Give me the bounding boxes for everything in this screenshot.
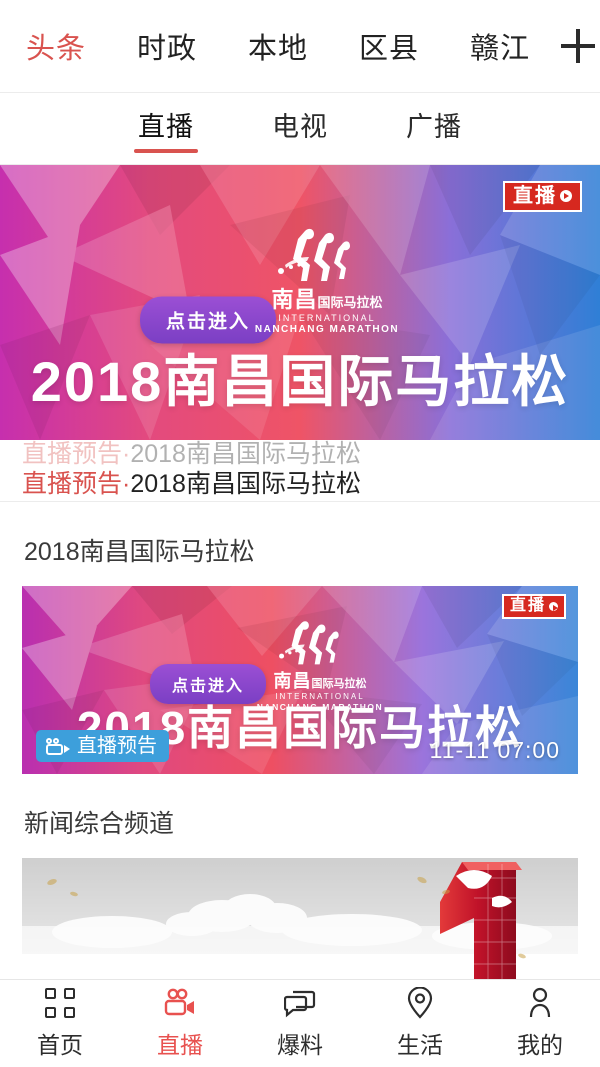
nav-item-live[interactable]: 直播 [120, 980, 240, 1067]
category-tab-list: 头条 时政 本地 区县 赣江 [26, 25, 561, 67]
nav-label-home: 首页 [37, 1032, 83, 1058]
nav-label-report: 爆料 [277, 1032, 323, 1058]
logo-event: 国际马拉松 [311, 678, 367, 690]
card-live-badge-label: 直播 [509, 597, 546, 614]
person-icon [526, 987, 554, 1019]
nav-label-profile: 我的 [517, 1032, 563, 1058]
marathon-logo: 南昌国际马拉松 INTERNATIONAL NANCHANG MARATHON [252, 225, 402, 335]
camcorder-icon [163, 987, 197, 1019]
hero-banner[interactable]: 直播 点击进入 南昌国际马拉松 INTERNATIONAL NANCHANG M… [0, 165, 600, 440]
live-badge: 直播 [503, 181, 582, 212]
camcorder-icon [46, 737, 70, 755]
runners-icon [279, 621, 340, 665]
nav-item-home[interactable]: 首页 [0, 980, 120, 1067]
top-navigation-bar: 头条 时政 本地 区县 赣江 [0, 0, 600, 93]
tab-quxian[interactable]: 区县 [359, 25, 444, 67]
live-card-marathon[interactable]: 直播 点击进入 南昌国际马拉松 INTERNATIONAL NANCHANG M… [22, 586, 578, 774]
location-pin-icon [406, 987, 434, 1019]
tab-zhibo[interactable]: 直播 [134, 105, 198, 153]
tab-guangbo[interactable]: 广播 [406, 105, 462, 153]
tab-shizheng[interactable]: 时政 [137, 25, 222, 67]
hero-title: 2018南昌国际马拉松 [30, 350, 570, 413]
logo-en-line2: NANCHANG MARATHON [254, 324, 400, 335]
nav-item-life[interactable]: 生活 [360, 980, 480, 1067]
tab-toutiao[interactable]: 头条 [26, 25, 111, 67]
status-badge-label: 直播预告 [77, 735, 157, 757]
chat-bubbles-icon [284, 987, 316, 1019]
grid-icon [45, 987, 75, 1019]
logo-en-line1: INTERNATIONAL [278, 313, 376, 323]
tab-bendi[interactable]: 本地 [248, 25, 333, 67]
live-badge-label: 直播 [513, 185, 557, 207]
bottom-navigation-bar: 首页 直播 爆料 生活 我的 [0, 979, 600, 1067]
plus-icon[interactable] [561, 29, 596, 63]
notice-line-current[interactable]: 直播预告·2018南昌国际马拉松 [22, 464, 580, 500]
section-title-marathon: 2018南昌国际马拉松 [0, 502, 600, 586]
card-timestamp: 11-11 07:00 [429, 737, 560, 763]
sub-tab-bar: 直播 电视 广播 [0, 93, 600, 165]
logo-chinese: 南昌国际马拉松 [252, 672, 388, 690]
nav-label-live: 直播 [157, 1032, 203, 1058]
nav-label-life: 生活 [397, 1032, 443, 1058]
notice-text: 2018南昌国际马拉松 [130, 470, 361, 498]
tab-dianshi[interactable]: 电视 [272, 105, 328, 153]
nav-item-report[interactable]: 爆料 [240, 980, 360, 1067]
section-title-news-channel: 新闻综合频道 [0, 774, 600, 858]
play-circle-icon [549, 601, 558, 611]
logo-event: 国际马拉松 [317, 295, 383, 310]
runners-icon [278, 228, 350, 281]
nav-item-profile[interactable]: 我的 [480, 980, 600, 1067]
play-circle-icon [560, 190, 572, 202]
status-badge-preview: 直播预告 [36, 730, 169, 762]
logo-city: 南昌 [271, 287, 318, 312]
header-actions [561, 29, 600, 63]
logo-city: 南昌 [273, 671, 312, 691]
live-notice-marquee[interactable]: 直播预告·2018南昌国际马拉松 直播预告·2018南昌国际马拉松 [0, 440, 600, 502]
tab-ganjiang[interactable]: 赣江 [470, 25, 555, 67]
card-live-badge: 直播 [501, 594, 566, 619]
notice-tag: 直播预告· [22, 470, 131, 498]
logo-chinese: 南昌国际马拉松 [252, 289, 402, 311]
